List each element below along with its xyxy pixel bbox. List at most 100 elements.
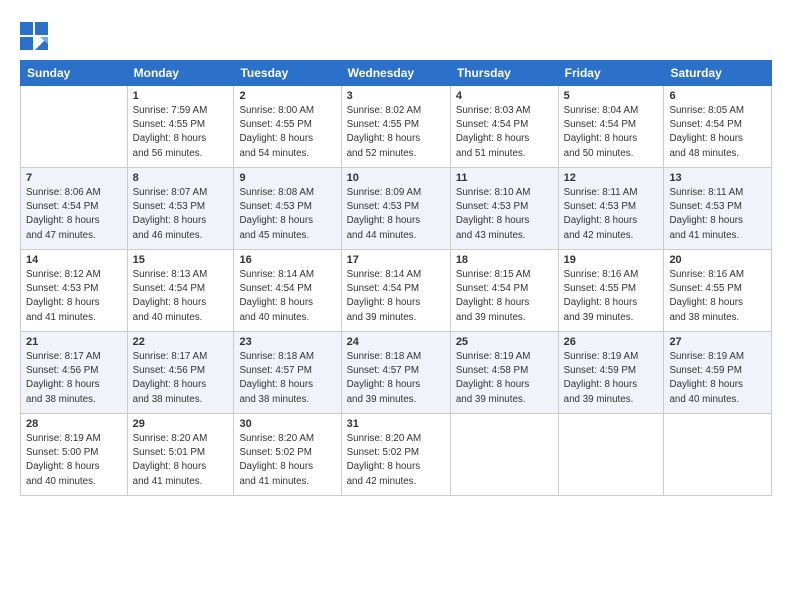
day-cell: 24 Sunrise: 8:18 AMSunset: 4:57 PMDayligh… [341, 332, 450, 414]
day-cell: 11 Sunrise: 8:10 AMSunset: 4:53 PMDayligh… [450, 168, 558, 250]
day-number: 10 [347, 172, 445, 184]
day-info: Sunrise: 8:19 AMSunset: 4:59 PMDaylight:… [564, 350, 659, 407]
day-number: 25 [456, 336, 553, 348]
day-cell: 18 Sunrise: 8:15 AMSunset: 4:54 PMDayligh… [450, 250, 558, 332]
day-info: Sunrise: 8:05 AMSunset: 4:54 PMDaylight:… [669, 104, 766, 161]
day-info: Sunrise: 8:14 AMSunset: 4:54 PMDaylight:… [239, 268, 335, 325]
day-cell: 3Sunrise: 8:02 AMSunset: 4:55 PMDaylight… [341, 86, 450, 168]
day-number: 4 [456, 90, 553, 102]
header-row: SundayMondayTuesdayWednesdayThursdayFrid… [21, 61, 772, 86]
day-number: 2 [239, 90, 335, 102]
day-cell: 5Sunrise: 8:04 AMSunset: 4:54 PMDaylight… [558, 86, 664, 168]
day-info: Sunrise: 8:20 AMSunset: 5:02 PMDaylight:… [239, 432, 335, 489]
day-info: Sunrise: 8:07 AMSunset: 4:53 PMDaylight:… [133, 186, 229, 243]
day-number: 24 [347, 336, 445, 348]
logo-icon [20, 22, 48, 50]
day-info: Sunrise: 8:17 AMSunset: 4:56 PMDaylight:… [26, 350, 122, 407]
day-cell: 26Sunrise: 8:19 AMSunset: 4:59 PMDayligh… [558, 332, 664, 414]
day-info: Sunrise: 8:20 AMSunset: 5:02 PMDaylight:… [347, 432, 445, 489]
week-row-2: 7Sunrise: 8:06 AMSunset: 4:54 PMDaylight… [21, 168, 772, 250]
day-number: 1 [133, 90, 229, 102]
day-cell: 31Sunrise: 8:20 AMSunset: 5:02 PMDayligh… [341, 414, 450, 496]
day-cell: 15 Sunrise: 8:13 AMSunset: 4:54 PMDayligh… [127, 250, 234, 332]
day-cell: 19 Sunrise: 8:16 AMSunset: 4:55 PMDayligh… [558, 250, 664, 332]
header-day-monday: Monday [127, 61, 234, 86]
calendar-table: SundayMondayTuesdayWednesdayThursdayFrid… [20, 60, 772, 496]
day-cell: 1 Sunrise: 7:59 AMSunset: 4:55 PMDaylight… [127, 86, 234, 168]
day-cell: 27 Sunrise: 8:19 AMSunset: 4:59 PMDayligh… [664, 332, 772, 414]
day-info: Sunrise: 8:13 AMSunset: 4:54 PMDaylight:… [133, 268, 229, 325]
day-number: 15 [133, 254, 229, 266]
day-number: 18 [456, 254, 553, 266]
day-info: Sunrise: 8:19 AMSunset: 4:59 PMDaylight:… [669, 350, 766, 407]
day-number: 12 [564, 172, 659, 184]
header-day-tuesday: Tuesday [234, 61, 341, 86]
day-cell [664, 414, 772, 496]
day-info: Sunrise: 7:59 AMSunset: 4:55 PMDaylight:… [133, 104, 229, 161]
logo [20, 22, 52, 50]
day-info: Sunrise: 8:02 AMSunset: 4:55 PMDaylight:… [347, 104, 445, 161]
day-info: Sunrise: 8:18 AMSunset: 4:57 PMDaylight:… [347, 350, 445, 407]
day-cell: 28Sunrise: 8:19 AMSunset: 5:00 PMDayligh… [21, 414, 128, 496]
day-info: Sunrise: 8:16 AMSunset: 4:55 PMDaylight:… [669, 268, 766, 325]
day-info: Sunrise: 8:16 AMSunset: 4:55 PMDaylight:… [564, 268, 659, 325]
day-number: 29 [133, 418, 229, 430]
day-info: Sunrise: 8:15 AMSunset: 4:54 PMDaylight:… [456, 268, 553, 325]
day-number: 19 [564, 254, 659, 266]
day-number: 11 [456, 172, 553, 184]
day-number: 9 [239, 172, 335, 184]
day-number: 7 [26, 172, 122, 184]
day-number: 17 [347, 254, 445, 266]
day-info: Sunrise: 8:04 AMSunset: 4:54 PMDaylight:… [564, 104, 659, 161]
day-cell: 12 Sunrise: 8:11 AMSunset: 4:53 PMDayligh… [558, 168, 664, 250]
header-day-sunday: Sunday [21, 61, 128, 86]
header-day-wednesday: Wednesday [341, 61, 450, 86]
day-cell [21, 86, 128, 168]
day-info: Sunrise: 8:03 AMSunset: 4:54 PMDaylight:… [456, 104, 553, 161]
day-info: Sunrise: 8:09 AMSunset: 4:53 PMDaylight:… [347, 186, 445, 243]
week-row-1: 1 Sunrise: 7:59 AMSunset: 4:55 PMDaylight… [21, 86, 772, 168]
day-info: Sunrise: 8:11 AMSunset: 4:53 PMDaylight:… [564, 186, 659, 243]
header-day-friday: Friday [558, 61, 664, 86]
day-cell: 23Sunrise: 8:18 AMSunset: 4:57 PMDayligh… [234, 332, 341, 414]
header-day-thursday: Thursday [450, 61, 558, 86]
day-info: Sunrise: 8:20 AMSunset: 5:01 PMDaylight:… [133, 432, 229, 489]
day-number: 21 [26, 336, 122, 348]
day-cell: 9 Sunrise: 8:08 AMSunset: 4:53 PMDaylight… [234, 168, 341, 250]
day-cell: 13Sunrise: 8:11 AMSunset: 4:53 PMDayligh… [664, 168, 772, 250]
day-number: 8 [133, 172, 229, 184]
week-row-5: 28Sunrise: 8:19 AMSunset: 5:00 PMDayligh… [21, 414, 772, 496]
day-cell: 22 Sunrise: 8:17 AMSunset: 4:56 PMDayligh… [127, 332, 234, 414]
day-info: Sunrise: 8:17 AMSunset: 4:56 PMDaylight:… [133, 350, 229, 407]
day-info: Sunrise: 8:19 AMSunset: 5:00 PMDaylight:… [26, 432, 122, 489]
day-cell: 2 Sunrise: 8:00 AMSunset: 4:55 PMDaylight… [234, 86, 341, 168]
day-info: Sunrise: 8:14 AMSunset: 4:54 PMDaylight:… [347, 268, 445, 325]
day-number: 13 [669, 172, 766, 184]
week-row-3: 14Sunrise: 8:12 AMSunset: 4:53 PMDayligh… [21, 250, 772, 332]
day-number: 6 [669, 90, 766, 102]
day-number: 16 [239, 254, 335, 266]
day-cell: 29 Sunrise: 8:20 AMSunset: 5:01 PMDayligh… [127, 414, 234, 496]
day-info: Sunrise: 8:10 AMSunset: 4:53 PMDaylight:… [456, 186, 553, 243]
day-cell: 30 Sunrise: 8:20 AMSunset: 5:02 PMDayligh… [234, 414, 341, 496]
day-cell [450, 414, 558, 496]
day-number: 27 [669, 336, 766, 348]
day-cell: 10 Sunrise: 8:09 AMSunset: 4:53 PMDayligh… [341, 168, 450, 250]
week-row-4: 21 Sunrise: 8:17 AMSunset: 4:56 PMDayligh… [21, 332, 772, 414]
day-cell: 7Sunrise: 8:06 AMSunset: 4:54 PMDaylight… [21, 168, 128, 250]
day-number: 30 [239, 418, 335, 430]
day-info: Sunrise: 8:08 AMSunset: 4:53 PMDaylight:… [239, 186, 335, 243]
day-cell [558, 414, 664, 496]
day-cell: 14Sunrise: 8:12 AMSunset: 4:53 PMDayligh… [21, 250, 128, 332]
day-cell: 16 Sunrise: 8:14 AMSunset: 4:54 PMDayligh… [234, 250, 341, 332]
day-number: 14 [26, 254, 122, 266]
calendar-page: SundayMondayTuesdayWednesdayThursdayFrid… [0, 0, 792, 612]
day-cell: 21 Sunrise: 8:17 AMSunset: 4:56 PMDayligh… [21, 332, 128, 414]
day-info: Sunrise: 8:00 AMSunset: 4:55 PMDaylight:… [239, 104, 335, 161]
header [20, 18, 772, 50]
day-number: 22 [133, 336, 229, 348]
day-info: Sunrise: 8:19 AMSunset: 4:58 PMDaylight:… [456, 350, 553, 407]
day-cell: 8 Sunrise: 8:07 AMSunset: 4:53 PMDaylight… [127, 168, 234, 250]
day-number: 20 [669, 254, 766, 266]
day-cell: 17 Sunrise: 8:14 AMSunset: 4:54 PMDayligh… [341, 250, 450, 332]
